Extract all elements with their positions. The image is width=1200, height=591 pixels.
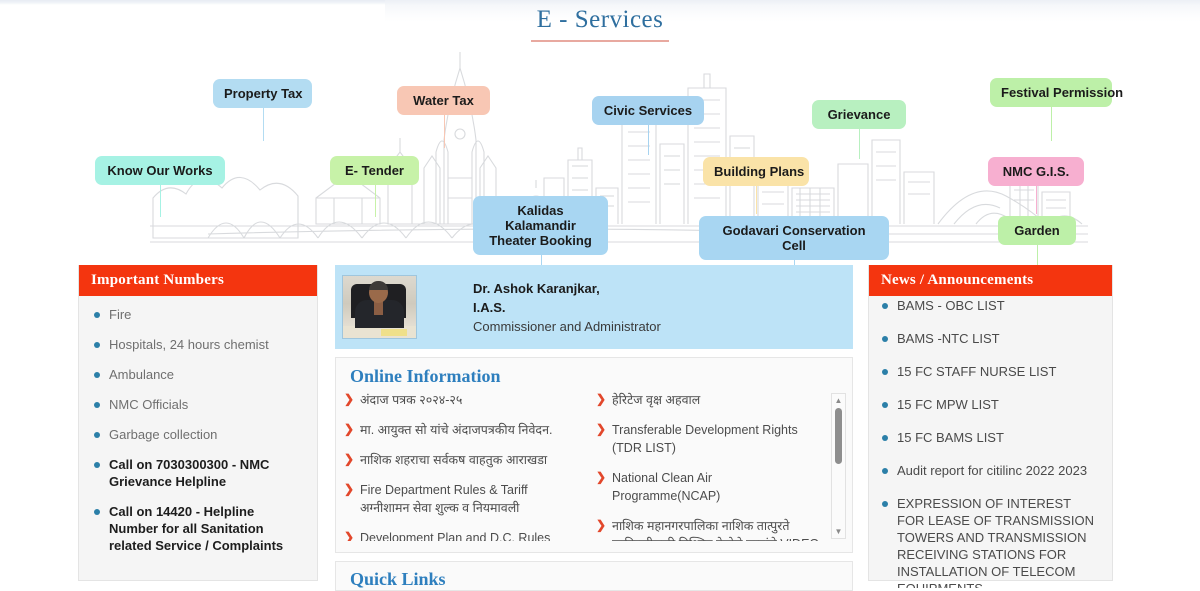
eservice-tag-grievance[interactable]: Grievance [812, 100, 906, 129]
tag-stem [859, 129, 860, 159]
list-item[interactable]: नाशिक महानगरपालिका नाशिक तात्पुरते जाहिर… [596, 516, 824, 541]
eservice-tag-e-tender[interactable]: E- Tender [330, 156, 419, 185]
list-item[interactable]: NMC Officials [87, 396, 307, 413]
news-announcements-panel: News / Announcements BAMS - OBC LIST BAMS… [868, 265, 1113, 588]
list-item[interactable]: अंदाज पत्रक २०२४-२५ [344, 391, 582, 409]
online-information-columns: अंदाज पत्रक २०२४-२५ मा. आयुक्त सो यांचे अ… [336, 391, 852, 541]
list-item[interactable]: Development Plan and D.C. Rules [344, 528, 582, 541]
scrollbar-thumb[interactable] [835, 408, 842, 464]
eservice-tag-nmc-g-i-s[interactable]: NMC G.I.S. [988, 157, 1084, 186]
online-information-heading: Online Information [350, 366, 501, 386]
eservice-tag-property-tax[interactable]: Property Tax [213, 79, 312, 108]
commissioner-details: Dr. Ashok Karanjkar, I.A.S. Commissioner… [473, 279, 661, 336]
list-item[interactable]: Fire Department Rules & Tariff अग्नीशामन… [344, 480, 582, 517]
online-information-panel: Online Information अंदाज पत्रक २०२४-२५ मा… [335, 357, 853, 553]
eservice-tag-water-tax[interactable]: Water Tax [397, 86, 490, 115]
online-information-right-list: हेरिटेज वृक्ष अहवाल Transferable Developm… [596, 391, 824, 541]
scroll-down-arrow-icon[interactable]: ▼ [832, 526, 845, 537]
commissioner-photo [342, 275, 417, 339]
important-numbers-panel: Important Numbers Fire Hospitals, 24 hour… [78, 265, 318, 581]
news-list: BAMS - OBC LIST BAMS -NTC LIST 15 FC STAFF… [877, 297, 1102, 588]
list-item[interactable]: Hospitals, 24 hours chemist [87, 336, 307, 353]
commissioner-designation: Commissioner and Administrator [473, 318, 661, 334]
tag-stem [1051, 107, 1052, 141]
list-item[interactable]: Transferable Development Rights (TDR LIS… [596, 420, 824, 457]
tag-stem [756, 186, 757, 214]
online-information-scrollbar[interactable]: ▲ ▼ [831, 393, 846, 539]
list-item[interactable]: Call on 7030300300 - NMC Grievance Helpl… [87, 456, 307, 490]
tag-stem [160, 185, 161, 217]
list-item[interactable]: Fire [87, 306, 307, 323]
list-item[interactable]: 15 FC MPW LIST [877, 396, 1102, 413]
tag-stem [374, 185, 376, 217]
important-numbers-body: Fire Hospitals, 24 hours chemist Ambulance… [79, 296, 317, 554]
list-item[interactable]: Call on 14420 - Helpline Number for all … [87, 503, 307, 554]
tag-stem [262, 108, 264, 141]
list-item[interactable]: EXPRESSION OF INTEREST FOR LEASE OF TRAN… [877, 495, 1102, 588]
eservice-tag-building-plans[interactable]: Building Plans [703, 157, 809, 186]
list-item[interactable]: नाशिक शहराचा सर्वकष वाहतुक आराखडा [344, 450, 582, 469]
list-item[interactable]: Garbage collection [87, 426, 307, 443]
eservice-tag-godavari-conservation-cell[interactable]: Godavari Conservation Cell [699, 216, 889, 260]
tag-stem [1036, 186, 1037, 214]
city-skyline-illustration [150, 52, 1088, 243]
list-item[interactable]: हेरिटेज वृक्ष अहवाल [596, 391, 824, 409]
commissioner-name: Dr. Ashok Karanjkar, [473, 280, 600, 296]
important-numbers-heading: Important Numbers [79, 265, 317, 296]
page-title: E - Services [530, 6, 670, 42]
list-item[interactable]: BAMS -NTC LIST [877, 330, 1102, 347]
list-item[interactable]: Audit report for citilinc 2022 2023 [877, 462, 1102, 479]
list-item[interactable]: Ambulance [87, 366, 307, 383]
eservice-tag-know-our-works[interactable]: Know Our Works [95, 156, 225, 185]
eservice-tag-civic-services[interactable]: Civic Services [592, 96, 704, 125]
important-numbers-list: Fire Hospitals, 24 hours chemist Ambulance… [87, 306, 307, 554]
list-item[interactable]: 15 FC BAMS LIST [877, 429, 1102, 446]
list-item[interactable]: BAMS - OBC LIST [877, 297, 1102, 314]
page-title-wrap: E - Services [0, 6, 1200, 42]
main-content-column: Dr. Ashok Karanjkar, I.A.S. Commissioner… [335, 265, 853, 591]
tag-stem [1037, 245, 1038, 267]
commissioner-card: Dr. Ashok Karanjkar, I.A.S. Commissioner… [335, 265, 853, 349]
quick-links-panel: Quick Links [335, 561, 853, 591]
eservices-hero: Property Tax Water Tax Civic Services Griev… [0, 48, 1200, 282]
eservice-tag-festival-permission[interactable]: Festival Permission [990, 78, 1123, 107]
list-item[interactable]: 15 FC STAFF NURSE LIST [877, 363, 1102, 380]
news-heading: News / Announcements [869, 265, 1112, 296]
list-item[interactable]: National Clean Air Programme(NCAP) [596, 468, 824, 505]
list-item[interactable]: मा. आयुक्त सो यांचे अंदाजपत्रकीय निवेदन. [344, 420, 582, 439]
tag-stem [648, 125, 649, 155]
eservice-tag-kalidas-kalamandir-theater-booking[interactable]: Kalidas Kalamandir Theater Booking [473, 196, 608, 255]
online-information-left-list: अंदाज पत्रक २०२४-२५ मा. आयुक्त सो यांचे अ… [344, 391, 582, 541]
commissioner-rank: I.A.S. [473, 299, 506, 315]
news-scroll-viewport: BAMS - OBC LIST BAMS -NTC LIST 15 FC STAFF… [869, 296, 1112, 588]
scroll-up-arrow-icon[interactable]: ▲ [832, 395, 845, 406]
quick-links-heading: Quick Links [350, 569, 446, 589]
news-ticker: BAMS - OBC LIST BAMS -NTC LIST 15 FC STAFF… [869, 296, 1112, 588]
eservice-tag-garden[interactable]: Garden [998, 216, 1076, 245]
tag-stem [443, 115, 445, 148]
